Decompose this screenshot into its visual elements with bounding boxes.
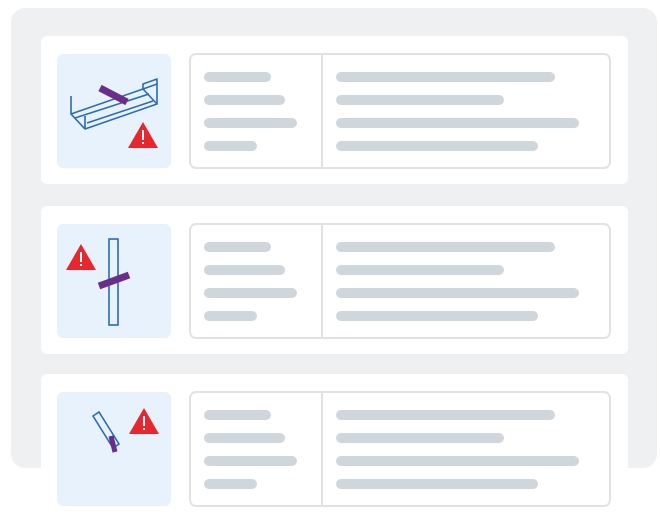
placeholder-line <box>336 265 504 275</box>
placeholder-line <box>204 242 271 252</box>
panel-divider <box>321 393 323 505</box>
placeholder-line <box>204 141 257 151</box>
placeholder-line <box>204 456 297 466</box>
panel-divider <box>321 55 323 167</box>
placeholder-line <box>204 95 285 105</box>
placeholder-line <box>336 288 579 298</box>
placeholder-line <box>336 95 504 105</box>
placeholder-line <box>336 141 538 151</box>
placeholder-line <box>336 456 579 466</box>
placeholder-line <box>336 433 504 443</box>
list-card[interactable] <box>41 374 628 522</box>
card-detail-panel <box>189 391 611 507</box>
placeholder-line <box>204 479 257 489</box>
list-card[interactable] <box>41 206 628 354</box>
placeholder-line <box>336 242 555 252</box>
placeholder-line <box>336 118 579 128</box>
warning-triangle-icon <box>128 122 158 148</box>
panel-divider <box>321 225 323 337</box>
card-thumbnail <box>57 54 171 168</box>
placeholder-line <box>204 118 297 128</box>
diagonal-post-illustration-icon <box>91 408 159 453</box>
placeholder-line <box>336 72 555 82</box>
card-list-container <box>11 8 657 522</box>
card-detail-panel <box>189 53 611 169</box>
placeholder-line <box>336 479 538 489</box>
card-thumbnail <box>57 392 171 506</box>
post-illustration-icon <box>66 238 131 326</box>
placeholder-line <box>204 72 271 82</box>
placeholder-line <box>204 311 257 321</box>
placeholder-line <box>204 433 285 443</box>
placeholder-line <box>336 311 538 321</box>
card-thumbnail <box>57 224 171 338</box>
placeholder-line <box>204 265 285 275</box>
card-detail-panel <box>189 223 611 339</box>
warning-triangle-icon <box>66 244 96 270</box>
list-card[interactable] <box>41 36 628 184</box>
placeholder-line <box>336 410 555 420</box>
placeholder-line <box>204 288 297 298</box>
channel-illustration-icon <box>70 78 158 148</box>
warning-triangle-icon <box>129 408 159 434</box>
placeholder-line <box>204 410 271 420</box>
